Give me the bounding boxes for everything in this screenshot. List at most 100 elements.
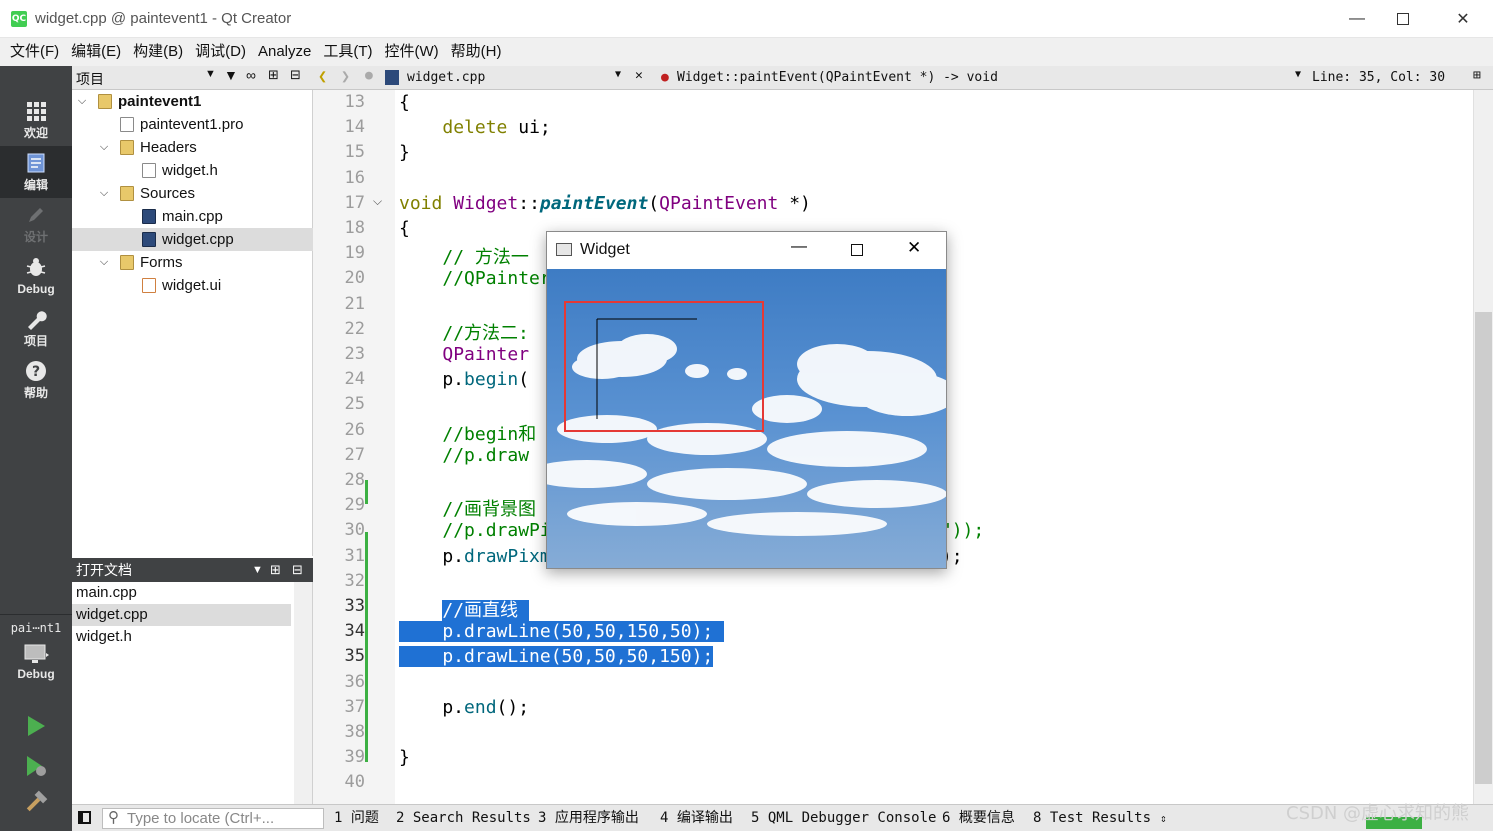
mode-bar: 欢迎 编辑 设计 Debug 项目 ? 帮助 pai⋯nt1 Debug (0, 66, 72, 831)
filter-icon[interactable]: ▼ (224, 67, 238, 83)
code-line[interactable]: //画直线 (399, 596, 529, 622)
close-file-icon[interactable]: ✕ (635, 68, 643, 83)
code-line[interactable]: { (399, 218, 410, 239)
maximize-button[interactable] (1380, 0, 1426, 38)
tree-item-pro[interactable]: paintevent1.pro (72, 113, 313, 136)
tree-item-widget-cpp[interactable]: widget.cpp (72, 228, 313, 251)
code-line[interactable]: p.drawLine(50,50,50,150); (399, 646, 714, 668)
run-button[interactable] (24, 714, 48, 738)
output-tab-search-results[interactable]: 2 Search Results (396, 805, 531, 831)
open-doc-widget-h[interactable]: widget.h (72, 626, 291, 648)
code-line[interactable]: //QPainter (399, 268, 550, 289)
tree-item-widget-h[interactable]: widget.h (72, 159, 313, 182)
close-panel-icon[interactable]: ⊟ (292, 558, 303, 582)
tree-item-paintevent1[interactable]: ⌵ paintevent1 (72, 90, 313, 113)
editor-scrollbar[interactable] (1473, 90, 1493, 804)
menu-debug[interactable]: 调试(D) (189, 38, 252, 66)
code-line[interactable]: { (399, 92, 410, 113)
code-line[interactable]: p.drawLine(50,50,150,50); (399, 621, 725, 643)
tree-item-widget-ui[interactable]: widget.ui (72, 274, 313, 297)
toggle-sidebar-icon[interactable] (78, 811, 91, 824)
tab-scroll-icon[interactable]: ⇕ (1160, 805, 1167, 831)
maximize-icon[interactable] (851, 244, 863, 256)
run-icon (28, 716, 45, 736)
code-line[interactable]: } (399, 747, 410, 768)
menu-tools[interactable]: 工具(T) (317, 38, 378, 66)
chevron-down-icon[interactable]: ▼ (252, 558, 263, 582)
tree-item-label: paintevent1 (118, 93, 202, 110)
mode-welcome[interactable]: 欢迎 (0, 94, 72, 146)
menu-help[interactable]: 帮助(H) (445, 38, 508, 66)
line-number: 23 (344, 344, 365, 364)
code-line[interactable]: //p.draw (399, 445, 529, 466)
minimize-button[interactable]: — (1334, 0, 1380, 38)
code-line[interactable]: delete ui; (399, 117, 550, 138)
minimize-icon[interactable]: — (791, 238, 807, 256)
open-doc-main-cpp[interactable]: main.cpp (72, 582, 291, 604)
menu-file[interactable]: 文件(F) (4, 38, 65, 66)
code-line[interactable]: } (399, 142, 410, 163)
close-panel-icon[interactable]: ⊟ (290, 67, 301, 83)
chevron-down-icon[interactable]: ⌵ (98, 251, 110, 274)
line-number: 32 (344, 570, 365, 591)
build-button[interactable] (24, 790, 48, 814)
tree-item-headers[interactable]: ⌵ Headers (72, 136, 313, 159)
code-line[interactable]: p.end(); (399, 697, 529, 718)
cpp-file-icon (142, 232, 156, 247)
debug-run-button[interactable] (24, 754, 48, 778)
chevron-down-icon[interactable]: ⌵ (98, 136, 110, 159)
tree-item-main-cpp[interactable]: main.cpp (72, 205, 313, 228)
line-number: 37 (344, 696, 365, 717)
scrollbar-thumb[interactable] (1475, 312, 1492, 784)
code-line[interactable]: //begin和 (399, 420, 536, 446)
mode-help[interactable]: ? 帮助 (0, 354, 72, 406)
nav-forward-icon[interactable]: ❯ (341, 67, 350, 85)
nav-back-icon[interactable]: ❮ (318, 67, 327, 85)
open-docs-scrollbar[interactable] (294, 582, 312, 804)
chevron-down-icon[interactable]: ▼ (615, 69, 621, 80)
mode-edit[interactable]: 编辑 (0, 146, 72, 198)
mode-projects[interactable]: 项目 (0, 302, 72, 354)
tree-item-label: Sources (140, 185, 196, 202)
output-tab-app-output[interactable]: 3 应用程序输出 (538, 805, 639, 831)
fold-arrow-icon[interactable]: ⌵ (373, 194, 382, 209)
link-icon[interactable]: ∞ (246, 67, 256, 83)
chevron-down-icon[interactable]: ▼ (1295, 69, 1301, 80)
current-symbol[interactable]: Widget::paintEvent(QPaintEvent *) -> voi… (677, 70, 998, 85)
chevron-down-icon[interactable]: ▼ (205, 68, 216, 80)
kit-selector[interactable]: Debug (0, 641, 72, 693)
code-line[interactable]: // 方法一 (399, 243, 529, 269)
split-icon[interactable]: ⊞ (1473, 68, 1481, 83)
mode-design[interactable]: 设计 (0, 198, 72, 250)
output-tab-general-messages[interactable]: 6 概要信息 (942, 805, 1015, 831)
split-icon[interactable]: ⊞ (268, 67, 279, 83)
split-icon[interactable]: ⊞ (270, 558, 281, 582)
locator-input[interactable]: Type to locate (Ctrl+... (102, 808, 324, 829)
output-tab-compile-output[interactable]: 4 编译输出 (660, 805, 733, 831)
menu-build[interactable]: 构建(B) (127, 38, 189, 66)
line-number: 18 (344, 218, 365, 238)
code-line[interactable]: QPainter (399, 344, 529, 365)
code-line[interactable]: void Widget::paintEvent(QPaintEvent *) (399, 193, 811, 214)
cursor-position[interactable]: Line: 35, Col: 30 (1312, 70, 1445, 85)
output-tab-test-results[interactable]: 8 Test Results (1033, 805, 1151, 831)
code-line[interactable]: //画背景图 (399, 495, 536, 521)
widget-title-bar[interactable]: Widget — ✕ (547, 232, 946, 269)
tree-item-forms[interactable]: ⌵ Forms (72, 251, 313, 274)
open-doc-widget-cpp[interactable]: widget.cpp (72, 604, 291, 626)
chevron-down-icon[interactable]: ⌵ (76, 90, 88, 113)
close-button[interactable]: ✕ (1440, 0, 1486, 38)
output-tab-qml-console[interactable]: 5 QML Debugger Console (751, 805, 936, 831)
project-folder-icon (98, 94, 112, 109)
menu-analyze[interactable]: Analyze (252, 38, 317, 66)
output-tab-issues[interactable]: 1 问题 (334, 805, 379, 831)
current-file-name[interactable]: widget.cpp (407, 70, 485, 85)
close-icon[interactable]: ✕ (907, 238, 921, 258)
menu-edit[interactable]: 编辑(E) (65, 38, 127, 66)
menu-widgets[interactable]: 控件(W) (379, 38, 445, 66)
mode-debug[interactable]: Debug (0, 250, 72, 302)
code-line[interactable]: //方法二: (399, 319, 529, 345)
chevron-down-icon[interactable]: ⌵ (98, 182, 110, 205)
code-line[interactable]: p.begin( (399, 369, 529, 390)
tree-item-sources[interactable]: ⌵ Sources (72, 182, 313, 205)
